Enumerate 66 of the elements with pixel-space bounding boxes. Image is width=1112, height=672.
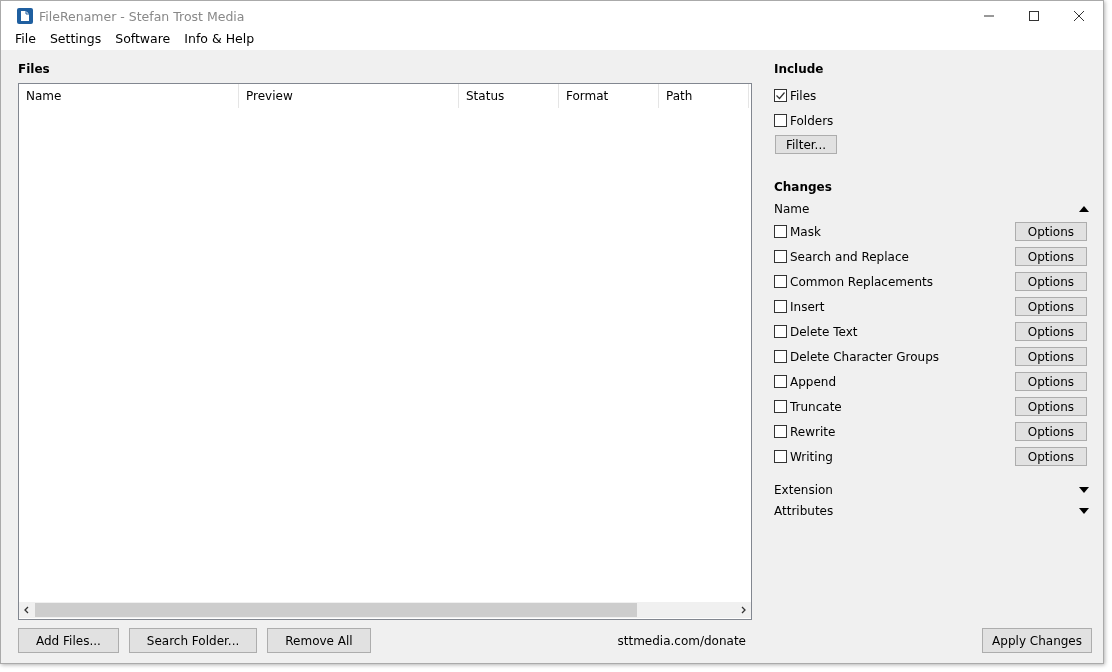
checkbox-label: Folders <box>790 113 834 128</box>
options-button[interactable]: Options <box>1014 272 1087 291</box>
menu-item[interactable]: Info & Help <box>184 31 255 46</box>
options-button[interactable]: Options <box>1014 297 1087 316</box>
checkbox-label: Mask <box>790 224 821 239</box>
expander-icon[interactable] <box>1079 205 1089 212</box>
checkbox[interactable] <box>774 250 787 263</box>
section-label: Attributes <box>774 503 834 518</box>
checkbox[interactable] <box>774 89 787 102</box>
options-button[interactable]: Options <box>1014 422 1087 441</box>
action-button[interactable]: Remove All <box>267 628 371 653</box>
options-button[interactable]: Options <box>1014 372 1087 391</box>
options-button[interactable]: Options <box>1014 322 1087 341</box>
action-button[interactable]: Add Files... <box>18 628 119 653</box>
options-button[interactable]: Options <box>1014 247 1087 266</box>
column-header[interactable]: Status <box>459 84 559 108</box>
options-button[interactable]: Options <box>1014 222 1087 241</box>
maximize-icon[interactable] <box>1028 10 1040 22</box>
checkbox[interactable] <box>774 450 787 463</box>
section-heading: Changes <box>774 180 833 194</box>
column-header[interactable]: Name <box>19 84 239 108</box>
donate-link[interactable]: sttmedia.com/donate <box>617 633 746 648</box>
checkbox[interactable] <box>774 350 787 363</box>
options-button[interactable]: Options <box>1014 397 1087 416</box>
checkbox-label: Delete Character Groups <box>790 349 940 364</box>
checkbox[interactable] <box>774 225 787 238</box>
section-label: Name <box>774 201 810 216</box>
section-label: Extension <box>774 482 833 497</box>
menu-item[interactable]: Settings <box>49 31 102 46</box>
scroll-left-icon[interactable] <box>23 606 31 614</box>
menu-item[interactable]: Software <box>115 31 171 46</box>
options-button[interactable]: Options <box>1014 347 1087 366</box>
checkbox[interactable] <box>774 300 787 313</box>
checkbox-label: Common Replacements <box>790 274 933 289</box>
section-heading: Files <box>18 62 51 76</box>
checkbox-label: Insert <box>790 299 825 314</box>
checkbox-label: Writing <box>790 449 833 464</box>
scroll-right-icon[interactable] <box>739 606 747 614</box>
checkbox[interactable] <box>774 114 787 127</box>
horizontal-scrollbar[interactable] <box>19 602 751 618</box>
apply-changes-button[interactable]: Apply Changes <box>982 628 1092 653</box>
checkbox-label: Delete Text <box>790 324 858 339</box>
expander-icon[interactable] <box>1079 486 1089 493</box>
action-button[interactable]: Search Folder... <box>128 628 258 653</box>
column-header[interactable]: Path <box>659 84 749 108</box>
close-icon[interactable] <box>1073 10 1085 22</box>
checkbox[interactable] <box>774 325 787 338</box>
menu-item[interactable]: File <box>15 31 36 46</box>
column-header[interactable]: Preview <box>239 84 459 108</box>
checkbox-label: Files <box>790 88 817 103</box>
checkbox[interactable] <box>774 425 787 438</box>
window-title: FileRenamer - Stefan Trost Media <box>39 8 245 24</box>
options-button[interactable]: Options <box>1014 447 1087 466</box>
section-heading: Include <box>774 62 825 76</box>
document-icon <box>17 8 33 24</box>
checkbox[interactable] <box>774 400 787 413</box>
checkbox[interactable] <box>774 275 787 288</box>
file-list[interactable]: Name Preview Status Format Path <box>18 83 752 620</box>
expander-icon[interactable] <box>1079 507 1089 514</box>
filter-button[interactable]: Filter... <box>775 135 838 154</box>
checkbox-label: Search and Replace <box>790 249 909 264</box>
checkbox-label: Rewrite <box>790 424 836 439</box>
checkbox-label: Truncate <box>790 399 842 414</box>
checkbox-label: Append <box>790 374 837 389</box>
checkbox[interactable] <box>774 375 787 388</box>
column-header[interactable]: Format <box>559 84 659 108</box>
